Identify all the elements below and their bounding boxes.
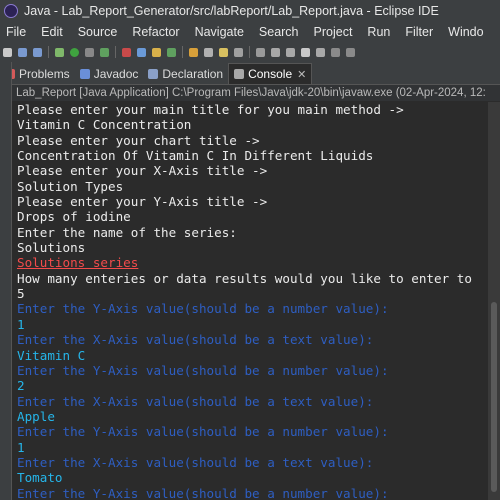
console-prompt-line: Enter the X-Axis value(should be a text … <box>17 393 374 409</box>
annotation-icon[interactable] <box>234 47 243 57</box>
console-output-line: Concentration Of Vitamin C In Different … <box>17 148 374 164</box>
new-class-icon[interactable] <box>167 47 176 57</box>
block-selection-icon[interactable] <box>271 47 280 57</box>
console-launch-info: Lab_Report [Java Application] C:\Program… <box>12 85 500 101</box>
tab-label: Problems <box>19 67 70 81</box>
run-icon[interactable] <box>70 47 79 57</box>
console-input-line: Tomato <box>17 470 63 486</box>
window-title: Java - Lab_Report_Generator/src/labRepor… <box>24 4 439 18</box>
console-prompt-line: Enter the Y-Axis value(should be a numbe… <box>17 362 389 378</box>
pin-icon[interactable] <box>301 47 310 57</box>
eclipse-icon <box>4 4 18 18</box>
close-icon[interactable]: ✕ <box>297 68 306 81</box>
save-icon[interactable] <box>18 47 27 57</box>
menu-refactor[interactable]: Refactor <box>132 25 179 39</box>
console-input-line: Vitamin C <box>17 347 86 363</box>
tab-console[interactable]: Console ✕ <box>228 63 313 84</box>
view-tab-bar: Problems Javadoc Declaration Console ✕ <box>0 62 500 85</box>
console-output-line: Please enter your main title for you mai… <box>17 102 404 117</box>
console-scrollbar[interactable] <box>488 102 500 500</box>
tab-javadoc[interactable]: Javadoc <box>75 64 144 84</box>
toolbar-divider <box>48 46 49 58</box>
menu-file[interactable]: File <box>6 25 26 39</box>
toolbar-divider <box>115 46 116 58</box>
menu-bar: File Edit Source Refactor Navigate Search Proj… <box>0 22 500 42</box>
menu-run[interactable]: Run <box>367 25 390 39</box>
console-prompt-line: Enter the Y-Axis value(should be a numbe… <box>17 485 389 500</box>
console-output-line: Please enter your chart title -> <box>17 132 260 148</box>
debug-icon[interactable] <box>55 47 64 57</box>
new-icon[interactable] <box>3 47 12 57</box>
console-output-line: Solution Types <box>17 178 124 194</box>
new-package-icon[interactable] <box>152 47 161 57</box>
back-icon[interactable] <box>331 47 340 57</box>
tab-label: Declaration <box>162 67 224 81</box>
menu-navigate[interactable]: Navigate <box>195 25 244 39</box>
tab-declaration[interactable]: Declaration <box>143 64 228 84</box>
console-input-line: 2 <box>17 378 25 394</box>
menu-windo[interactable]: Windo <box>448 25 483 39</box>
window-titlebar: Java - Lab_Report_Generator/src/labRepor… <box>0 0 500 22</box>
open-type-icon[interactable] <box>189 47 198 57</box>
console-icon <box>234 69 245 79</box>
toolbar-divider <box>249 46 250 58</box>
console-output-line: Solutions <box>17 240 86 256</box>
console-output-line: How many enteries or data results would … <box>17 270 472 286</box>
javadoc-icon <box>79 69 90 79</box>
console-output-line: Please enter your Y-Axis title -> <box>17 194 268 210</box>
toggle-mark-icon[interactable] <box>256 47 265 57</box>
coverage-icon[interactable] <box>100 47 109 57</box>
menu-edit[interactable]: Edit <box>41 25 63 39</box>
run-dropdown-icon[interactable] <box>85 47 94 57</box>
console-prompt-line: Enter the X-Axis value(should be a text … <box>17 332 374 348</box>
console-prompt-line: Enter the Y-Axis value(should be a numbe… <box>17 424 389 440</box>
left-trim-strip <box>0 62 12 500</box>
console-output[interactable]: Please enter your main title for you mai… <box>12 102 493 500</box>
console-output-line: Enter the name of the series: <box>17 224 237 240</box>
tab-label: Javadoc <box>93 67 139 81</box>
console-prompt-line: Enter the Y-Axis value(should be a numbe… <box>17 301 389 317</box>
console-output-line: Vitamin C Concentration <box>17 117 192 133</box>
search-icon[interactable] <box>204 47 213 57</box>
menu-source[interactable]: Source <box>78 25 118 39</box>
console-error-line: Solutions series <box>17 255 139 271</box>
next-annotation-icon[interactable] <box>316 47 325 57</box>
console-input-line: 1 <box>17 316 25 332</box>
menu-search[interactable]: Search <box>259 25 299 39</box>
scrollbar-thumb[interactable] <box>491 302 497 492</box>
menu-filter[interactable]: Filter <box>405 25 433 39</box>
forward-icon[interactable] <box>346 47 355 57</box>
console-output-line: Please enter your X-Axis title -> <box>17 163 268 179</box>
tab-label: Console <box>248 67 293 81</box>
pen-icon[interactable] <box>219 47 228 57</box>
console-input-line: Apple <box>17 408 55 424</box>
console-input-line: 1 <box>17 439 25 455</box>
console-prompt-line: Enter the X-Axis value(should be a text … <box>17 454 374 470</box>
save-all-icon[interactable] <box>33 47 42 57</box>
toolbar <box>0 42 500 62</box>
toolbar-divider <box>182 46 183 58</box>
declaration-icon <box>148 69 159 79</box>
menu-project[interactable]: Project <box>314 25 353 39</box>
console-output-line: Drops of iodine <box>17 209 131 225</box>
external-tools-icon[interactable] <box>122 47 131 57</box>
console-output-line: 5 <box>17 286 25 302</box>
whitespace-icon[interactable] <box>286 47 295 57</box>
new-project-icon[interactable] <box>137 47 146 57</box>
